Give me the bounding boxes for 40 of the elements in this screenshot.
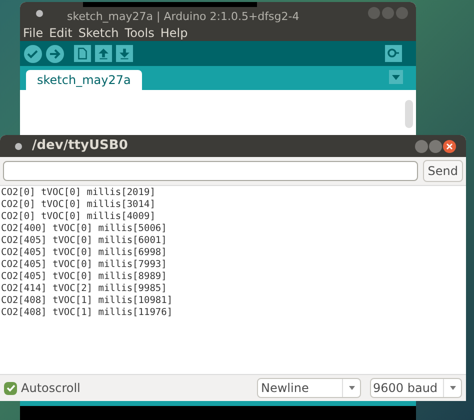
menu-item[interactable]: Tools: [124, 24, 154, 42]
tab[interactable]: sketch_may27a: [26, 70, 142, 90]
output-line: CO2[408] tVOC[1] millis[11976]: [0, 307, 174, 319]
minimize-button[interactable]: [368, 7, 380, 19]
maximize-button[interactable]: [382, 7, 394, 19]
window-title: /dev/ttyUSB0: [32, 137, 128, 156]
minimize-button[interactable]: [415, 140, 428, 152]
baud-rate-select[interactable]: 9600 baud: [370, 378, 462, 398]
output-line: CO2[405] tVOC[0] millis[8989]: [0, 271, 168, 283]
output-line: CO2[0] tVOC[0] millis[2019]: [0, 187, 156, 199]
save-button[interactable]: [116, 45, 133, 62]
output-line: CO2[405] tVOC[0] millis[6001]: [0, 235, 168, 247]
open-button[interactable]: [95, 45, 112, 62]
output-line: CO2[0] tVOC[0] millis[3014]: [0, 199, 156, 211]
menu-item[interactable]: Edit: [49, 24, 72, 42]
checkbox-label: Autoscroll: [21, 380, 80, 397]
app-icon: [15, 142, 22, 150]
output-line: CO2[400] tVOC[0] millis[5006]: [0, 223, 168, 235]
app-icon: [36, 10, 43, 16]
verify-button[interactable]: [24, 44, 42, 62]
search-icon[interactable]: [385, 45, 402, 62]
output-line: CO2[0] tVOC[0] millis[4009]: [0, 211, 156, 223]
window-title: sketch_may27a | Arduino 2:1.0.5+dfsg2-4: [67, 11, 300, 23]
close-icon: [446, 142, 453, 150]
output-line: CO2[408] tVOC[1] millis[10981]: [0, 295, 174, 307]
menu-item[interactable]: File: [23, 24, 44, 42]
output-line: CO2[414] tVOC[2] millis[9985]: [0, 283, 168, 295]
close-button[interactable]: [443, 140, 456, 152]
new-button[interactable]: [74, 45, 91, 62]
dropdown-icon[interactable]: [389, 70, 403, 84]
upload-button[interactable]: [46, 44, 64, 62]
line-ending-select[interactable]: Newline: [257, 378, 361, 398]
menu-item[interactable]: Help: [160, 24, 188, 42]
send-button[interactable]: Send: [422, 160, 463, 182]
autoscroll-checkbox[interactable]: [4, 382, 17, 394]
output-line: CO2[405] tVOC[0] millis[6998]: [0, 247, 168, 259]
input-field[interactable]: [3, 161, 418, 181]
output-line: CO2[405] tVOC[0] millis[7993]: [0, 259, 168, 271]
scrollbar: [405, 100, 413, 128]
menu-item[interactable]: Sketch: [78, 24, 119, 42]
